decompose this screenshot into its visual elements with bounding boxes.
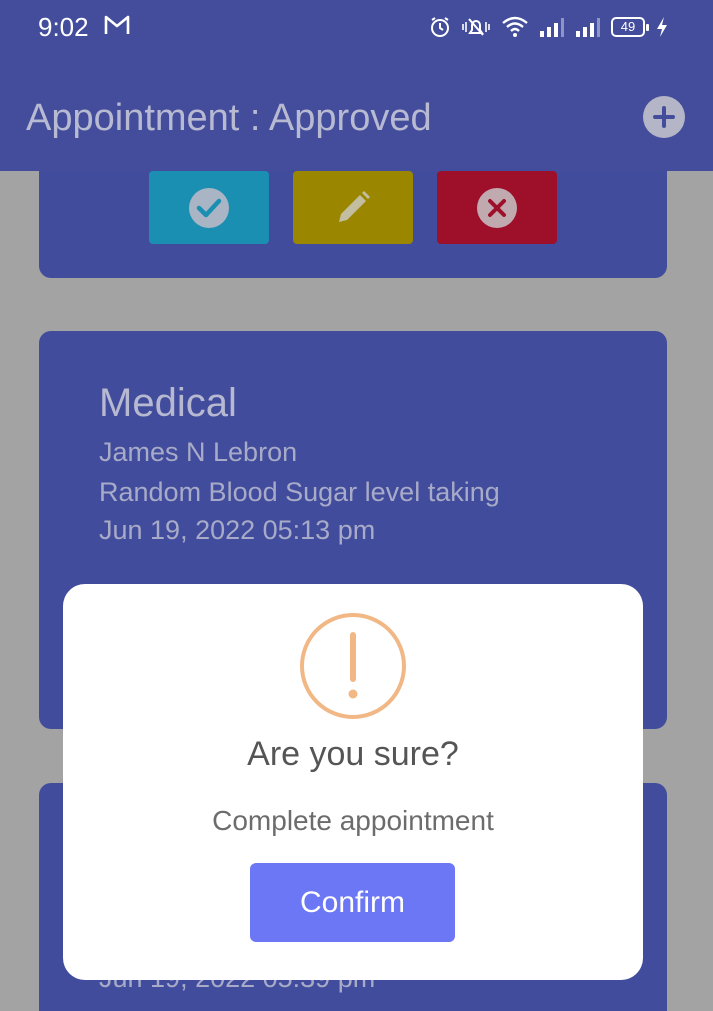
cancel-button[interactable] [437, 171, 557, 244]
signal-icon [539, 16, 565, 38]
status-bar: 9:02 49 [0, 0, 713, 54]
dialog-title: Are you sure? [247, 735, 459, 773]
appointment-datetime: Jun 19, 2022 05:13 pm [99, 515, 376, 545]
check-circle-icon [189, 187, 229, 228]
add-icon [653, 106, 675, 128]
close-circle-icon [477, 187, 517, 228]
status-time: 9:02 [38, 12, 89, 42]
edit-button[interactable] [293, 171, 413, 244]
add-button[interactable] [643, 96, 685, 138]
approve-button[interactable] [149, 171, 269, 244]
wifi-icon [501, 16, 529, 38]
appointment-category: Medical [99, 381, 237, 425]
page-title: Appointment : Approved [26, 97, 432, 139]
gmail-icon [104, 14, 130, 38]
status-icons: 49 [429, 14, 669, 40]
dialog-message: Complete appointment [212, 805, 494, 836]
mute-icon [461, 16, 491, 38]
signal-icon [575, 16, 601, 38]
alarm-icon [429, 16, 451, 38]
patient-name: James N Lebron [99, 437, 298, 467]
battery-icon: 49 [611, 17, 649, 37]
confirm-button[interactable]: Confirm [250, 863, 455, 942]
appointment-description: Random Blood Sugar level taking [99, 477, 500, 507]
confirm-dialog: Are you sure? Complete appointment Confi… [63, 584, 643, 980]
charging-icon [655, 16, 669, 38]
pencil-icon [339, 190, 370, 222]
app-bar: 9:02 49 Appointment: Approved [0, 0, 713, 171]
warning-icon [300, 613, 406, 719]
